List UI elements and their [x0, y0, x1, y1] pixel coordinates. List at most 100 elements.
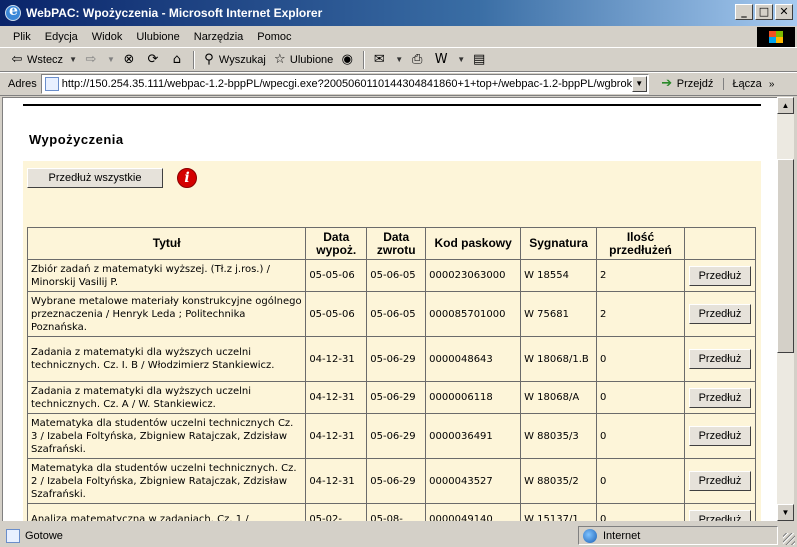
resize-grip-icon[interactable]	[783, 533, 795, 545]
cell-renewals: 0	[596, 503, 685, 521]
cell-loan-date: 04-12-31	[305, 381, 368, 414]
discuss-button[interactable]: ▤	[468, 49, 492, 71]
search-button[interactable]: ⚲ Wyszukaj	[198, 49, 269, 71]
title-bar: WebPAC: Wpożyczenia - Microsoft Internet…	[0, 0, 797, 26]
divider	[23, 104, 761, 106]
address-dropdown-icon[interactable]: ▼	[631, 76, 647, 92]
forward-dropdown-icon[interactable]: ▼	[107, 55, 115, 64]
cell-title: Analiza matematyczna w zadaniach. Cz. 1 …	[26, 503, 307, 521]
refresh-icon: ⟳	[147, 51, 159, 67]
cell-barcode: 0000036491	[425, 413, 522, 459]
col-loan-date: Data wypoż.	[305, 227, 368, 260]
globe-icon	[583, 528, 597, 543]
minimize-button[interactable]: _	[735, 4, 753, 20]
loans-table: Tytuł Data wypoż. Data zwrotu Kod paskow…	[26, 227, 757, 521]
loans-panel: Przedłuż wszystkie i Tytuł Data wypoż. D…	[23, 161, 761, 521]
renew-all-button[interactable]: Przedłuż wszystkie	[27, 168, 163, 188]
maximize-button[interactable]: □	[755, 4, 773, 20]
renew-button[interactable]: Przedłuż	[688, 471, 751, 491]
renew-button[interactable]: Przedłuż	[688, 387, 751, 408]
home-button[interactable]: ⌂	[166, 49, 190, 71]
cell-action: Przedłuż	[683, 503, 757, 521]
cell-loan-date: 05-05-06	[305, 259, 368, 292]
cell-renewals: 2	[596, 259, 685, 292]
renew-button[interactable]: Przedłuż	[688, 426, 751, 446]
address-label: Adres	[8, 78, 37, 90]
cell-renewals: 0	[596, 336, 685, 382]
col-signature: Sygnatura	[520, 227, 598, 260]
close-button[interactable]: ✕	[775, 4, 793, 20]
cell-action: Przedłuż	[683, 381, 757, 414]
cell-return-date: 05-06-29	[366, 458, 427, 504]
cell-renewals: 0	[596, 381, 685, 414]
vertical-scrollbar[interactable]: ▲ ▼	[777, 97, 794, 521]
menu-edit[interactable]: Edycja	[38, 31, 85, 43]
stop-button[interactable]: ⊗	[118, 49, 142, 71]
forward-arrow-icon: ⇨	[85, 51, 97, 67]
address-input[interactable]: http://150.254.35.111/webpac-1.2-bppPL/w…	[40, 74, 649, 94]
menu-tools[interactable]: Narzędzia	[187, 31, 251, 43]
menu-help[interactable]: Pomoc	[250, 31, 298, 43]
cell-return-date: 05-06-29	[366, 336, 427, 382]
mail-dropdown-icon[interactable]: ▼	[395, 55, 403, 64]
cell-title: Zadania z matematyki dla wyższych uczeln…	[26, 336, 307, 382]
toolbar: ⇦ Wstecz ▼ ⇨ ▼ ⊗ ⟳ ⌂ ⚲ Wyszukaj ☆ Ulubio…	[0, 48, 797, 72]
page-title: Wypożyczenia	[29, 132, 124, 147]
renew-button[interactable]: Przedłuż	[688, 304, 751, 324]
zone-label: Internet	[603, 529, 641, 542]
menu-file[interactable]: Plik	[6, 31, 38, 43]
links-button[interactable]: Łącza »	[723, 78, 774, 90]
edit-dropdown-icon[interactable]: ▼	[457, 55, 465, 64]
cell-return-date: 05-08-	[366, 503, 427, 521]
cell-barcode: 0000049140	[425, 503, 522, 521]
table-row: Zbiór zadań z matematyki wyższej. (Tł.z …	[26, 259, 757, 292]
cell-barcode: 0000006118	[425, 381, 522, 414]
back-button[interactable]: ⇦ Wstecz	[6, 49, 66, 71]
media-button[interactable]: ◉	[336, 49, 360, 71]
table-row: Matematyka dla studentów uczelni technic…	[26, 413, 757, 459]
menu-favorites[interactable]: Ulubione	[129, 31, 186, 43]
scroll-up-icon[interactable]: ▲	[777, 97, 794, 114]
mail-button[interactable]: ✉	[368, 49, 392, 71]
edit-button[interactable]: W	[430, 49, 454, 71]
scroll-down-icon[interactable]: ▼	[777, 504, 794, 521]
favorites-label: Ulubione	[289, 53, 334, 66]
col-action	[683, 227, 757, 260]
favorites-star-icon: ☆	[274, 51, 286, 67]
cell-signature: W 88035/3	[520, 413, 598, 459]
table-row: Wybrane metalowe materiały konstrukcyjne…	[26, 291, 757, 337]
table-row: Zadania z matematyki dla wyższych uczeln…	[26, 336, 757, 382]
go-label: Przejdź	[676, 78, 714, 90]
address-url[interactable]: http://150.254.35.111/webpac-1.2-bppPL/w…	[62, 78, 634, 90]
go-arrow-icon: ➔	[661, 76, 673, 91]
cell-loan-date: 04-12-31	[305, 413, 368, 459]
search-icon: ⚲	[204, 51, 214, 67]
notepad-icon: ▤	[472, 51, 486, 67]
menu-view[interactable]: Widok	[85, 31, 130, 43]
cell-barcode: 000085701000	[425, 291, 522, 337]
cell-action: Przedłuż	[683, 291, 757, 337]
forward-button[interactable]: ⇨	[80, 49, 104, 71]
print-button[interactable]: ⎙	[406, 49, 430, 71]
windows-logo-icon	[757, 27, 795, 47]
cell-loan-date: 05-02-	[305, 503, 368, 521]
cell-return-date: 05-06-29	[366, 381, 427, 414]
cell-action: Przedłuż	[683, 259, 757, 292]
links-chevron-icon: »	[768, 79, 775, 90]
renew-button[interactable]: Przedłuż	[688, 349, 751, 369]
refresh-button[interactable]: ⟳	[142, 49, 166, 71]
scroll-thumb[interactable]	[777, 159, 794, 353]
cell-renewals: 2	[596, 291, 685, 337]
renew-button[interactable]: Przedłuż	[688, 265, 751, 286]
cell-return-date: 05-06-05	[366, 291, 427, 337]
back-dropdown-icon[interactable]: ▼	[69, 55, 77, 64]
cell-barcode: 0000048643	[425, 336, 522, 382]
cell-return-date: 05-06-05	[366, 259, 427, 292]
favorites-button[interactable]: ☆ Ulubione	[269, 49, 336, 71]
print-icon: ⎙	[412, 51, 423, 67]
renew-button[interactable]: Przedłuż	[688, 509, 751, 521]
stop-icon: ⊗	[123, 51, 135, 67]
info-icon[interactable]: i	[177, 168, 197, 188]
go-button[interactable]: ➔ Przejdź	[659, 76, 714, 92]
cell-action: Przedłuż	[683, 336, 757, 382]
